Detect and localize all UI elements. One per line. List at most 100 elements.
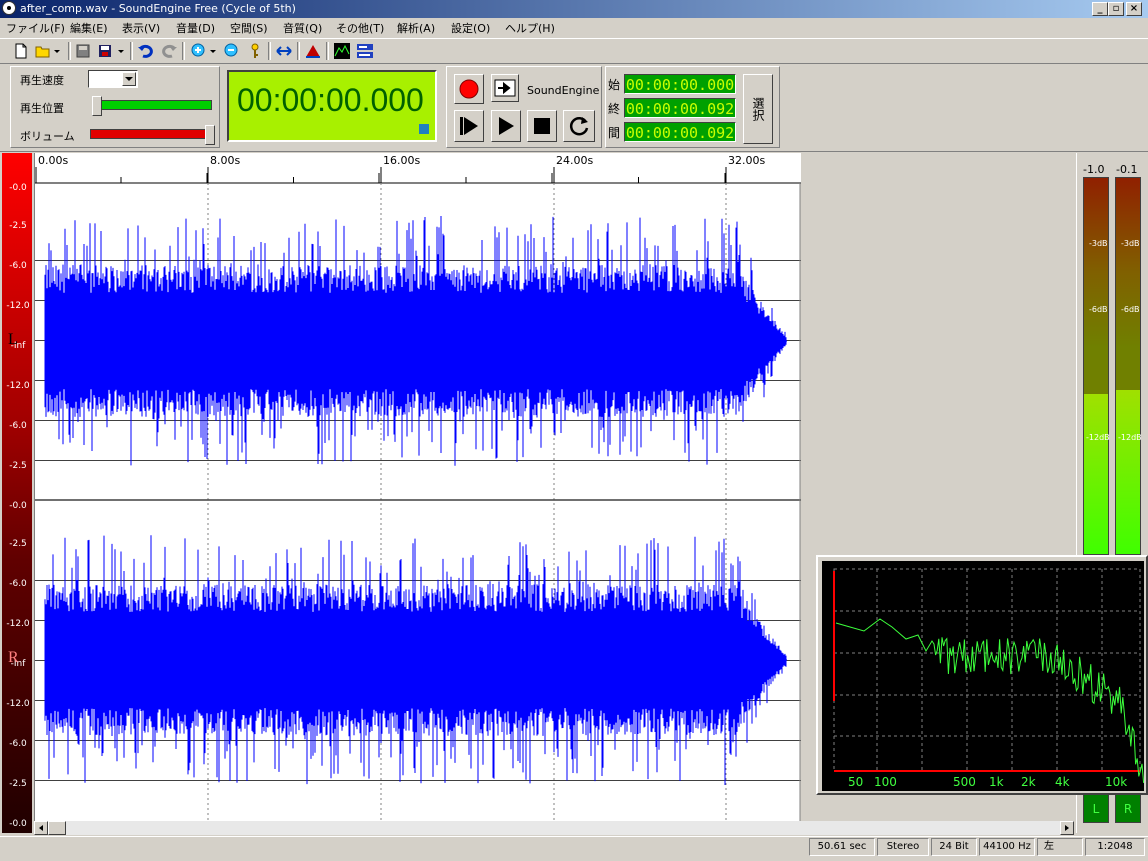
menu-analysis[interactable]: 解析(A) <box>397 20 435 36</box>
status-indicator <box>419 124 429 134</box>
ruler-tick-label: 32.00s <box>728 154 766 167</box>
frequency-label: 4k <box>1055 775 1070 789</box>
window-title: after_comp.wav - SoundEngine Free (Cycle… <box>20 2 296 15</box>
meter-mark-3db: -3dB <box>1121 239 1140 248</box>
frequency-label: 500 <box>953 775 976 789</box>
spectrum-analyzer-window[interactable]: 50 100 500 1k 2k 4k 10k <box>816 555 1148 795</box>
db-scale-label: -6.0 <box>9 421 27 431</box>
meter-icon[interactable] <box>356 42 374 60</box>
chevron-down-icon[interactable] <box>116 42 126 60</box>
select-button[interactable]: 選択 <box>743 74 773 144</box>
goto-end-button[interactable] <box>491 74 519 102</box>
end-time[interactable]: 00:00:00.092 <box>624 98 736 118</box>
minimize-button[interactable]: _ <box>1092 2 1108 16</box>
db-scale-label: -0.0 <box>9 183 27 193</box>
speed-select[interactable] <box>88 70 138 88</box>
spectrum-line <box>835 618 1145 783</box>
position-label: 再生位置 <box>20 102 64 115</box>
meter-mark-6db: -6dB <box>1089 305 1108 314</box>
title-bar[interactable]: after_comp.wav - SoundEngine Free (Cycle… <box>0 0 1148 18</box>
undo-icon[interactable] <box>137 42 155 60</box>
menu-space[interactable]: 空間(S) <box>230 20 268 36</box>
db-scale-label: -2.5 <box>9 779 27 789</box>
menu-quality[interactable]: 音質(Q) <box>283 20 322 36</box>
start-time[interactable]: 00:00:00.000 <box>624 74 736 94</box>
menu-help[interactable]: ヘルプ(H) <box>505 20 555 36</box>
play-button[interactable] <box>491 110 521 142</box>
ruler-tick-label: 8.00s <box>210 154 241 167</box>
volume-slider[interactable] <box>90 129 210 139</box>
db-scale-label: -12.0 <box>6 381 30 391</box>
save-icon[interactable] <box>74 42 92 60</box>
scrollbar-thumb[interactable] <box>48 821 66 835</box>
save-as-icon[interactable] <box>96 42 114 60</box>
app-icon[interactable] <box>2 1 16 15</box>
db-scale-label: -6.0 <box>9 579 27 589</box>
status-channels: Stereo <box>877 838 929 856</box>
db-scale-label: -12.0 <box>6 699 30 709</box>
menu-file[interactable]: ファイル(F) <box>6 20 65 36</box>
brand-label: SoundEngine <box>527 84 600 97</box>
menu-view[interactable]: 表示(V) <box>122 20 160 36</box>
status-channel-select: 左 <box>1037 838 1083 856</box>
chevron-down-icon[interactable] <box>208 42 218 60</box>
db-scale-label: -6.0 <box>9 739 27 749</box>
db-scale-label: -12.0 <box>6 619 30 629</box>
menu-volume[interactable]: 音量(D) <box>176 20 215 36</box>
frequency-label: 50 <box>848 775 864 789</box>
meter-mark-12db: -12dB <box>1118 433 1142 442</box>
play-from-start-button[interactable] <box>454 110 484 142</box>
db-scale: -0.0 -2.5 -6.0 -12.0 -Inf -12.0 -6.0 -2.5 -0.0 -2… <box>2 153 32 833</box>
horizontal-scrollbar[interactable] <box>34 821 1074 835</box>
menu-settings[interactable]: 設定(O) <box>451 20 490 36</box>
right-channel-label: R <box>8 649 19 666</box>
scroll-right-button[interactable] <box>1060 821 1074 835</box>
status-sample-rate: 44100 Hz <box>979 838 1035 856</box>
volume-label: ボリューム <box>20 130 75 143</box>
stop-button[interactable] <box>527 110 557 142</box>
record-button[interactable] <box>454 74 484 104</box>
fit-width-icon[interactable] <box>275 42 293 60</box>
close-button[interactable]: × <box>1126 2 1142 16</box>
length-label: 間 <box>608 126 621 140</box>
chevron-down-icon[interactable] <box>52 42 62 60</box>
waveform-area[interactable]: 0.00s 8.00s 16.00s 24.00s 32.00s <box>34 153 801 821</box>
menu-edit[interactable]: 編集(E) <box>70 20 108 36</box>
loop-button[interactable] <box>563 110 595 142</box>
db-scale-label: -6.0 <box>9 261 27 271</box>
length-time[interactable]: 00:00:00.092 <box>624 122 736 142</box>
open-folder-icon[interactable] <box>34 42 52 60</box>
maximize-button[interactable]: ▫ <box>1108 2 1124 16</box>
status-zoom: 1:2048 <box>1085 838 1145 856</box>
chevron-down-icon[interactable] <box>122 72 136 86</box>
new-file-icon[interactable] <box>12 42 30 60</box>
db-scale-label: -0.0 <box>9 501 27 511</box>
frequency-label: 10k <box>1105 775 1128 789</box>
left-channel-button[interactable]: L <box>1083 793 1109 823</box>
scroll-left-button[interactable] <box>34 821 48 835</box>
left-channel-label: L <box>8 331 18 348</box>
redo-icon[interactable] <box>160 42 178 60</box>
spectrum-icon[interactable] <box>333 42 351 60</box>
right-channel-button[interactable]: R <box>1115 793 1141 823</box>
status-duration: 50.61 sec <box>809 838 875 856</box>
volume-slider-thumb[interactable] <box>205 125 215 145</box>
zoom-in-icon[interactable] <box>189 42 207 60</box>
position-slider[interactable] <box>92 100 212 110</box>
analyze-icon[interactable] <box>304 42 322 60</box>
status-bit-depth: 24 Bit <box>931 838 977 856</box>
zoom-out-icon[interactable] <box>222 42 240 60</box>
menu-bar: ファイル(F) 編集(E) 表示(V) 音量(D) 空間(S) 音質(Q) その… <box>0 18 1148 38</box>
meter-mark-12db: -12dB <box>1086 433 1110 442</box>
time-display: 00:00:00.000 <box>237 82 424 118</box>
time-display-panel: 00:00:00.000 <box>227 70 437 142</box>
position-slider-thumb[interactable] <box>92 96 102 116</box>
menu-other[interactable]: その他(T) <box>336 20 384 36</box>
start-label: 始 <box>608 78 621 92</box>
key-icon[interactable] <box>246 42 264 60</box>
frequency-label: 1k <box>989 775 1004 789</box>
right-level-fill <box>1116 389 1140 554</box>
db-scale-label: -2.5 <box>9 461 27 471</box>
frequency-label: 100 <box>874 775 897 789</box>
left-level-meter <box>1083 177 1109 555</box>
